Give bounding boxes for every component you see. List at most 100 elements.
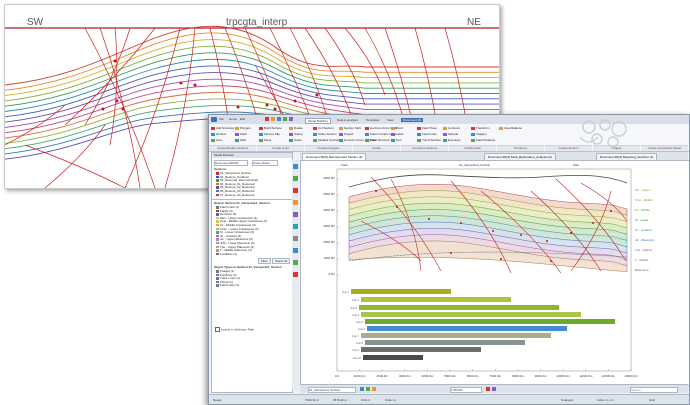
x-tick-label: 0.0 bbox=[335, 374, 340, 378]
ribbon-button[interactable]: Section Split bbox=[339, 126, 361, 130]
tool-icon[interactable] bbox=[293, 188, 298, 193]
ribbon-button[interactable]: Fault Structure bbox=[365, 138, 390, 142]
tool-icon[interactable] bbox=[293, 212, 298, 217]
tab-document-2d[interactable]: Document 2D bbox=[401, 118, 424, 122]
marker-point bbox=[375, 190, 377, 192]
ribbon-button[interactable]: Area Balance bbox=[499, 126, 522, 130]
include-selection-path-checkbox[interactable]: Include in Selection Path bbox=[215, 327, 254, 332]
ribbon-button[interactable]: Move bbox=[259, 138, 271, 142]
x-tick-label: 3000.0m bbox=[399, 374, 411, 378]
select-all-button[interactable]: Select All bbox=[272, 258, 291, 264]
ribbon-button-icon bbox=[499, 126, 503, 130]
tab-templates[interactable]: Templates bbox=[366, 118, 380, 122]
vertical-toolbar bbox=[292, 160, 299, 390]
zoom-out-icon[interactable] bbox=[372, 387, 376, 391]
section-canvas[interactable]: 6000.0m 5000.0m 4000.0m 3000.0m 2000.0m 1000.… bbox=[301, 161, 689, 385]
print-icon[interactable] bbox=[289, 117, 293, 121]
ribbon-button[interactable]: Horizon bbox=[211, 132, 226, 136]
formation-label: Kv - Middle bbox=[635, 208, 650, 212]
layer-icon bbox=[216, 238, 219, 241]
tool-icon[interactable] bbox=[293, 224, 298, 229]
layers-icon[interactable] bbox=[492, 387, 496, 391]
ribbon-button[interactable]: Scale bbox=[289, 138, 302, 142]
ribbon-button[interactable]: Trend Surface bbox=[417, 138, 441, 142]
ribbon-button[interactable]: Fault Distance bbox=[471, 138, 495, 142]
open-icon[interactable] bbox=[283, 117, 287, 121]
x-tick-label: 12000.0m bbox=[602, 374, 616, 378]
tab-view[interactable]: View bbox=[387, 118, 393, 122]
ribbon-button[interactable]: Rotate bbox=[289, 126, 303, 130]
quick-access-home[interactable]: Home bbox=[229, 117, 237, 121]
quick-access-edit[interactable]: Edit bbox=[240, 117, 245, 121]
ribbon-group-label: Faults bbox=[353, 145, 400, 151]
quick-access-file[interactable]: File bbox=[219, 117, 224, 121]
ribbon-button[interactable]: Envelope bbox=[443, 138, 461, 142]
save-icon[interactable] bbox=[277, 117, 281, 121]
ribbon-button[interactable]: Fault bbox=[235, 132, 247, 136]
marker-point bbox=[293, 99, 297, 103]
doc-tab-2[interactable]: Document 2D(4) Fault_Restoration_Analysi… bbox=[484, 153, 556, 160]
marker-point bbox=[315, 93, 319, 97]
ribbon-button[interactable]: Imagery bbox=[471, 132, 487, 136]
close-views-button[interactable]: Close Views bbox=[252, 160, 278, 166]
zoom-in-icon[interactable] bbox=[366, 387, 370, 391]
tab-data-analysis[interactable]: Data & analysis bbox=[337, 118, 358, 122]
tool-icon[interactable] bbox=[293, 260, 298, 265]
ribbon-button[interactable]: Build Surface bbox=[259, 126, 282, 130]
ribbon-button-icon bbox=[417, 132, 421, 136]
stratigraphic-bar bbox=[361, 297, 511, 302]
status-snapped: Snapped bbox=[561, 398, 574, 402]
tool-icon[interactable] bbox=[293, 272, 298, 277]
ribbon-button-label: Fault Structure bbox=[370, 138, 390, 142]
ribbon-button[interactable]: Add Structure bbox=[211, 126, 234, 130]
ribbon-button[interactable]: Stamp bbox=[289, 132, 303, 136]
marker-point bbox=[236, 105, 240, 109]
ribbon-button[interactable]: Fault Lines bbox=[417, 132, 437, 136]
tool-icon[interactable] bbox=[293, 164, 298, 169]
tool-icon[interactable] bbox=[293, 176, 298, 181]
tool-icon[interactable] bbox=[293, 236, 298, 241]
ribbon-button[interactable]: Wall bbox=[235, 138, 246, 142]
ribbon-button[interactable]: Flexure Slip bbox=[259, 132, 280, 136]
undo-icon[interactable] bbox=[265, 117, 269, 121]
section-view[interactable]: Fault 01_Interpreted_Section Well 6000.0… bbox=[300, 160, 689, 386]
ribbon-button[interactable]: Sample bbox=[443, 132, 458, 136]
ribbon-button-icon bbox=[259, 138, 263, 142]
tool-icon[interactable] bbox=[293, 248, 298, 253]
stratigraphic-bar bbox=[367, 326, 567, 331]
filter-button[interactable]: Filter bbox=[258, 258, 271, 264]
tree-item[interactable]: Fault Lines (1) bbox=[216, 284, 240, 288]
layer-icon bbox=[216, 216, 219, 220]
zoom-field[interactable]: 1:25,000 bbox=[450, 387, 482, 393]
ribbon-button[interactable]: Line bbox=[211, 138, 222, 142]
doc-tab-3[interactable]: Document 2D(3) Restoring_Sections (1) bbox=[596, 153, 658, 160]
ribbon-button[interactable]: Point bbox=[391, 126, 403, 130]
layer-icon bbox=[216, 249, 219, 252]
status-units: Units: m bbox=[385, 398, 397, 402]
ribbon-button[interactable]: Project bbox=[339, 132, 353, 136]
ribbon-button[interactable]: Strike Section bbox=[313, 132, 337, 136]
ribbon-button[interactable]: Label bbox=[391, 132, 403, 136]
zoom-fit-icon[interactable] bbox=[360, 387, 364, 391]
grid-icon[interactable] bbox=[486, 387, 490, 391]
ribbon-button[interactable]: Contours bbox=[443, 126, 460, 130]
ribbon-button-icon bbox=[417, 138, 421, 142]
tree-item[interactable]: 07_Restore_04_Restored bbox=[216, 193, 258, 198]
ribbon-button[interactable]: Text bbox=[391, 138, 402, 142]
ribbon-button[interactable]: Transform bbox=[471, 126, 490, 130]
ribbon-button[interactable]: Cut Section bbox=[313, 126, 334, 130]
document-select[interactable]: Document 2D/3D bbox=[214, 160, 248, 166]
object-icon bbox=[216, 273, 219, 277]
ribbon-button[interactable]: Fault Trace bbox=[417, 126, 437, 130]
divider bbox=[212, 199, 292, 200]
redo-icon[interactable] bbox=[271, 117, 275, 121]
section-select[interactable]: 01_Interpreted_Section bbox=[308, 387, 356, 393]
tree-item[interactable]: Localities (1) bbox=[216, 252, 267, 257]
ribbon-button-label: Fault Distance bbox=[476, 138, 496, 142]
ribbon-button[interactable]: Polygon bbox=[235, 126, 251, 130]
doc-tab-1[interactable]: Document 2D(5) Reinterpreted Section (3) bbox=[302, 153, 367, 160]
search-input[interactable]: Search bbox=[630, 387, 678, 393]
ribbon-button[interactable]: Multiple Sections bbox=[313, 138, 341, 142]
tool-icon[interactable] bbox=[293, 200, 298, 205]
x-tick-label: 13000.0m bbox=[624, 374, 638, 378]
